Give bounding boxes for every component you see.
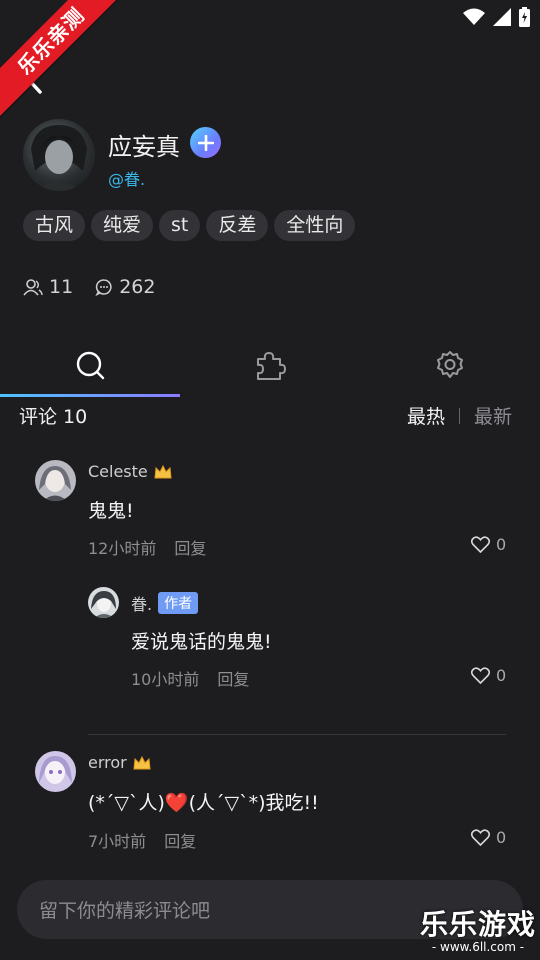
comment-meta: 12小时前 回复 xyxy=(88,535,206,559)
comment-count-label: 评论 10 xyxy=(19,406,88,428)
wifi-icon xyxy=(463,8,485,25)
status-bar xyxy=(463,6,530,28)
tag[interactable]: 全性向 xyxy=(274,210,356,241)
heart-icon xyxy=(471,667,490,684)
comment-text: (*´▽`人)❤️(人´▽`*)我吃!! xyxy=(88,792,319,814)
tag[interactable]: 古风 xyxy=(23,210,86,241)
crown-icon xyxy=(133,755,151,769)
comments-count: 262 xyxy=(119,276,156,298)
profile-name: 应妄真 xyxy=(108,133,180,161)
like-count: 0 xyxy=(496,535,507,554)
comment-author[interactable]: Celeste xyxy=(88,462,172,481)
profile-handle[interactable]: @眷. xyxy=(108,166,145,190)
watermark-url: - www.6ll.com - xyxy=(431,940,525,954)
reply-time: 10小时前 xyxy=(131,670,200,689)
chat-bubble-icon xyxy=(95,279,112,296)
like-button[interactable]: 0 xyxy=(471,828,506,847)
tag[interactable]: 纯爱 xyxy=(91,210,154,241)
author-badge: 作者 xyxy=(158,592,199,614)
comment-text: 鬼鬼! xyxy=(88,500,134,522)
plus-icon xyxy=(197,134,214,151)
followers-stat[interactable]: 11 xyxy=(23,276,73,298)
reply-button[interactable]: 回复 xyxy=(217,666,249,690)
avatar[interactable] xyxy=(35,751,76,792)
like-button[interactable]: 0 xyxy=(471,666,506,685)
comment-author[interactable]: error xyxy=(88,753,151,772)
follow-button[interactable] xyxy=(190,127,221,158)
puzzle-icon xyxy=(257,352,286,380)
tag[interactable]: 反差 xyxy=(206,210,269,241)
like-button[interactable]: 0 xyxy=(471,535,506,554)
settings-icon xyxy=(437,351,463,378)
reply-button[interactable]: 回复 xyxy=(164,828,196,852)
profile-avatar[interactable] xyxy=(23,119,95,191)
watermark-title: 乐乐游戏 xyxy=(419,908,536,941)
signal-icon xyxy=(493,8,511,26)
comment-time: 7小时前 xyxy=(88,832,147,851)
tab-settings[interactable] xyxy=(360,335,540,395)
watermark: 乐乐游戏 - www.6ll.com - xyxy=(419,908,536,955)
tag-list: 古风 纯爱 st 反差 全性向 xyxy=(23,210,356,241)
search-icon xyxy=(76,351,105,380)
comment-divider xyxy=(88,734,506,735)
sort-hot-button[interactable]: 最热 xyxy=(407,402,445,429)
profile-stats: 11 262 xyxy=(23,276,155,298)
comment-meta: 7小时前 回复 xyxy=(88,828,196,852)
reply-author[interactable]: 眷. 作者 xyxy=(131,591,199,615)
comments-stat[interactable]: 262 xyxy=(95,276,155,298)
heart-icon xyxy=(471,536,490,553)
sort-options: 最热 最新 xyxy=(407,402,512,429)
like-count: 0 xyxy=(496,666,507,685)
heart-icon xyxy=(471,829,490,846)
avatar[interactable] xyxy=(88,587,119,618)
like-count: 0 xyxy=(496,828,507,847)
user-icon xyxy=(23,279,43,296)
reply-username: 眷. xyxy=(131,595,153,614)
active-tab-indicator xyxy=(0,394,180,397)
tab-bar xyxy=(0,335,540,397)
reply-text: 爱说鬼话的鬼鬼! xyxy=(131,631,272,653)
battery-icon xyxy=(519,7,530,27)
sort-divider xyxy=(458,407,460,424)
followers-count: 11 xyxy=(49,276,74,298)
sort-new-button[interactable]: 最新 xyxy=(474,402,512,429)
avatar[interactable] xyxy=(35,460,76,501)
tab-plugins[interactable] xyxy=(180,335,360,395)
tag[interactable]: st xyxy=(159,210,201,241)
reply-meta: 10小时前 回复 xyxy=(131,666,249,690)
tab-search[interactable] xyxy=(0,335,180,395)
comment-input-placeholder: 留下你的精彩评论吧 xyxy=(39,900,211,922)
comment-username: error xyxy=(88,753,127,772)
comment-username: Celeste xyxy=(88,462,148,481)
promo-ribbon: 乐乐亲测 xyxy=(0,0,131,121)
comment-time: 12小时前 xyxy=(88,539,157,558)
crown-icon xyxy=(154,464,172,478)
reply-button[interactable]: 回复 xyxy=(174,535,206,559)
